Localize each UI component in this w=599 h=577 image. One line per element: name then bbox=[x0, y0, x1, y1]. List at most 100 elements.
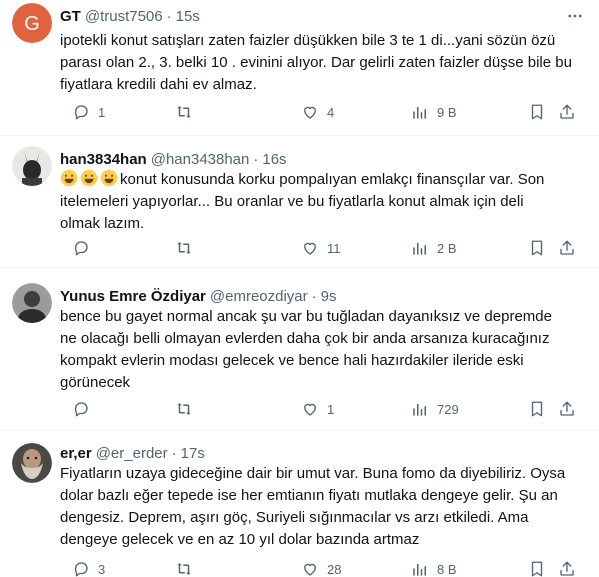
share-button[interactable] bbox=[558, 238, 576, 258]
reply-icon bbox=[74, 241, 88, 256]
display-name[interactable]: han3834han bbox=[60, 151, 147, 168]
views-button[interactable]: 8 B bbox=[411, 559, 457, 577]
tweet-header: GT @trust7506 · 15s bbox=[60, 6, 200, 26]
reply-button[interactable] bbox=[72, 399, 90, 419]
share-icon bbox=[560, 401, 574, 416]
like-button[interactable]: 4 bbox=[301, 102, 334, 122]
views-count: 9 B bbox=[437, 104, 457, 120]
tweet-text: ipotekli konut satışları zaten faizler d… bbox=[60, 32, 572, 93]
like-button[interactable]: 11 bbox=[301, 238, 341, 258]
more-icon bbox=[568, 14, 582, 18]
retweet-icon bbox=[177, 403, 191, 415]
tweet[interactable]: G GT @trust7506 · 15s ipotekli konut sat… bbox=[0, 0, 599, 136]
views-count: 8 B bbox=[437, 561, 457, 577]
share-button[interactable] bbox=[558, 559, 576, 577]
tweet-header: han3834han @han3438han · 16s bbox=[60, 149, 287, 169]
views-button[interactable]: 729 bbox=[411, 399, 459, 419]
user-handle[interactable]: @er_erder bbox=[96, 445, 168, 462]
reply-count: 1 bbox=[98, 104, 106, 120]
tweet[interactable]: han3834han @han3438han · 16s konut konus… bbox=[0, 136, 599, 268]
avatar[interactable] bbox=[12, 283, 52, 323]
tweet-header: Yunus Emre Özdiyar @emreozdiyar · 9s bbox=[60, 286, 337, 306]
bookmark-button[interactable] bbox=[528, 102, 546, 122]
avatar[interactable] bbox=[12, 146, 52, 186]
avatar[interactable]: G bbox=[12, 3, 52, 43]
share-icon bbox=[560, 104, 574, 119]
grinning-emoji-icon bbox=[80, 169, 98, 187]
retweet-button[interactable] bbox=[175, 238, 193, 258]
tweet-text: konut konusunda korku pompalıyan emlakçı… bbox=[60, 169, 545, 232]
separator-dot: · bbox=[253, 150, 259, 168]
avatar[interactable] bbox=[12, 443, 52, 483]
tweet-text: Fiyatların uzaya gideceğine dair bir umu… bbox=[60, 465, 566, 548]
share-button[interactable] bbox=[558, 102, 576, 122]
like-count: 1 bbox=[327, 401, 335, 417]
timestamp[interactable]: 17s bbox=[181, 445, 205, 462]
retweet-icon bbox=[177, 563, 191, 575]
grinning-emoji-icon bbox=[100, 169, 118, 187]
like-icon bbox=[304, 563, 316, 576]
views-icon bbox=[413, 106, 426, 119]
timestamp[interactable]: 15s bbox=[176, 8, 200, 25]
avatar-letter: G bbox=[24, 13, 40, 35]
tweet[interactable]: er,er @er_erder · 17s Fiyatların uzaya g… bbox=[0, 431, 599, 577]
separator-dot: · bbox=[171, 444, 177, 462]
timestamp[interactable]: 16s bbox=[262, 151, 286, 168]
reply-icon bbox=[74, 105, 88, 120]
views-count: 729 bbox=[437, 401, 459, 417]
separator-dot: · bbox=[166, 7, 172, 25]
grinning-emoji-icon bbox=[60, 169, 78, 187]
bookmark-button[interactable] bbox=[528, 238, 546, 258]
like-icon bbox=[304, 242, 316, 255]
like-button[interactable]: 28 bbox=[301, 559, 341, 577]
views-icon bbox=[413, 403, 426, 416]
retweet-button[interactable] bbox=[175, 399, 193, 419]
bookmark-button[interactable] bbox=[528, 399, 546, 419]
retweet-button[interactable] bbox=[175, 559, 193, 577]
bookmark-icon bbox=[531, 561, 543, 577]
like-icon bbox=[304, 106, 316, 119]
bookmark-icon bbox=[531, 240, 543, 256]
reply-button[interactable]: 3 bbox=[72, 559, 105, 577]
tweet-header: er,er @er_erder · 17s bbox=[60, 443, 205, 463]
tweet-text: bence bu gayet normal ancak şu var bu tu… bbox=[60, 308, 552, 391]
timestamp[interactable]: 9s bbox=[321, 288, 337, 305]
action-bar: 1 729 bbox=[60, 399, 585, 419]
like-count: 11 bbox=[327, 240, 341, 256]
share-icon bbox=[560, 561, 574, 576]
like-count: 28 bbox=[327, 561, 342, 577]
action-bar: 1 4 9 B bbox=[60, 102, 585, 122]
retweet-icon bbox=[177, 242, 191, 254]
action-bar: 11 2 B bbox=[60, 238, 585, 258]
retweet-button[interactable] bbox=[175, 102, 193, 122]
reply-count: 3 bbox=[98, 561, 106, 577]
reply-icon bbox=[74, 562, 88, 577]
bookmark-button[interactable] bbox=[528, 559, 546, 577]
share-icon bbox=[560, 240, 574, 255]
bookmark-icon bbox=[531, 401, 543, 417]
reply-button[interactable]: 1 bbox=[72, 102, 105, 122]
bookmark-icon bbox=[531, 104, 543, 120]
user-handle[interactable]: @trust7506 bbox=[85, 8, 163, 25]
views-count: 2 B bbox=[437, 240, 457, 256]
action-bar: 3 28 8 B bbox=[60, 559, 585, 577]
display-name[interactable]: GT bbox=[60, 8, 81, 25]
views-button[interactable]: 2 B bbox=[411, 238, 457, 258]
tweet[interactable]: Yunus Emre Özdiyar @emreozdiyar · 9s ben… bbox=[0, 268, 599, 431]
retweet-icon bbox=[177, 106, 191, 118]
user-handle[interactable]: @emreozdiyar bbox=[210, 288, 308, 305]
display-name[interactable]: er,er bbox=[60, 445, 92, 462]
reply-button[interactable] bbox=[72, 238, 90, 258]
share-button[interactable] bbox=[558, 399, 576, 419]
views-button[interactable]: 9 B bbox=[411, 102, 457, 122]
views-icon bbox=[413, 242, 426, 255]
separator-dot: · bbox=[311, 287, 317, 305]
user-handle[interactable]: @han3438han bbox=[151, 151, 250, 168]
like-icon bbox=[304, 403, 316, 416]
reply-icon bbox=[74, 402, 88, 417]
display-name[interactable]: Yunus Emre Özdiyar bbox=[60, 288, 206, 305]
like-count: 4 bbox=[327, 104, 335, 120]
more-options-button[interactable] bbox=[565, 6, 585, 26]
like-button[interactable]: 1 bbox=[301, 399, 334, 419]
views-icon bbox=[413, 563, 426, 576]
